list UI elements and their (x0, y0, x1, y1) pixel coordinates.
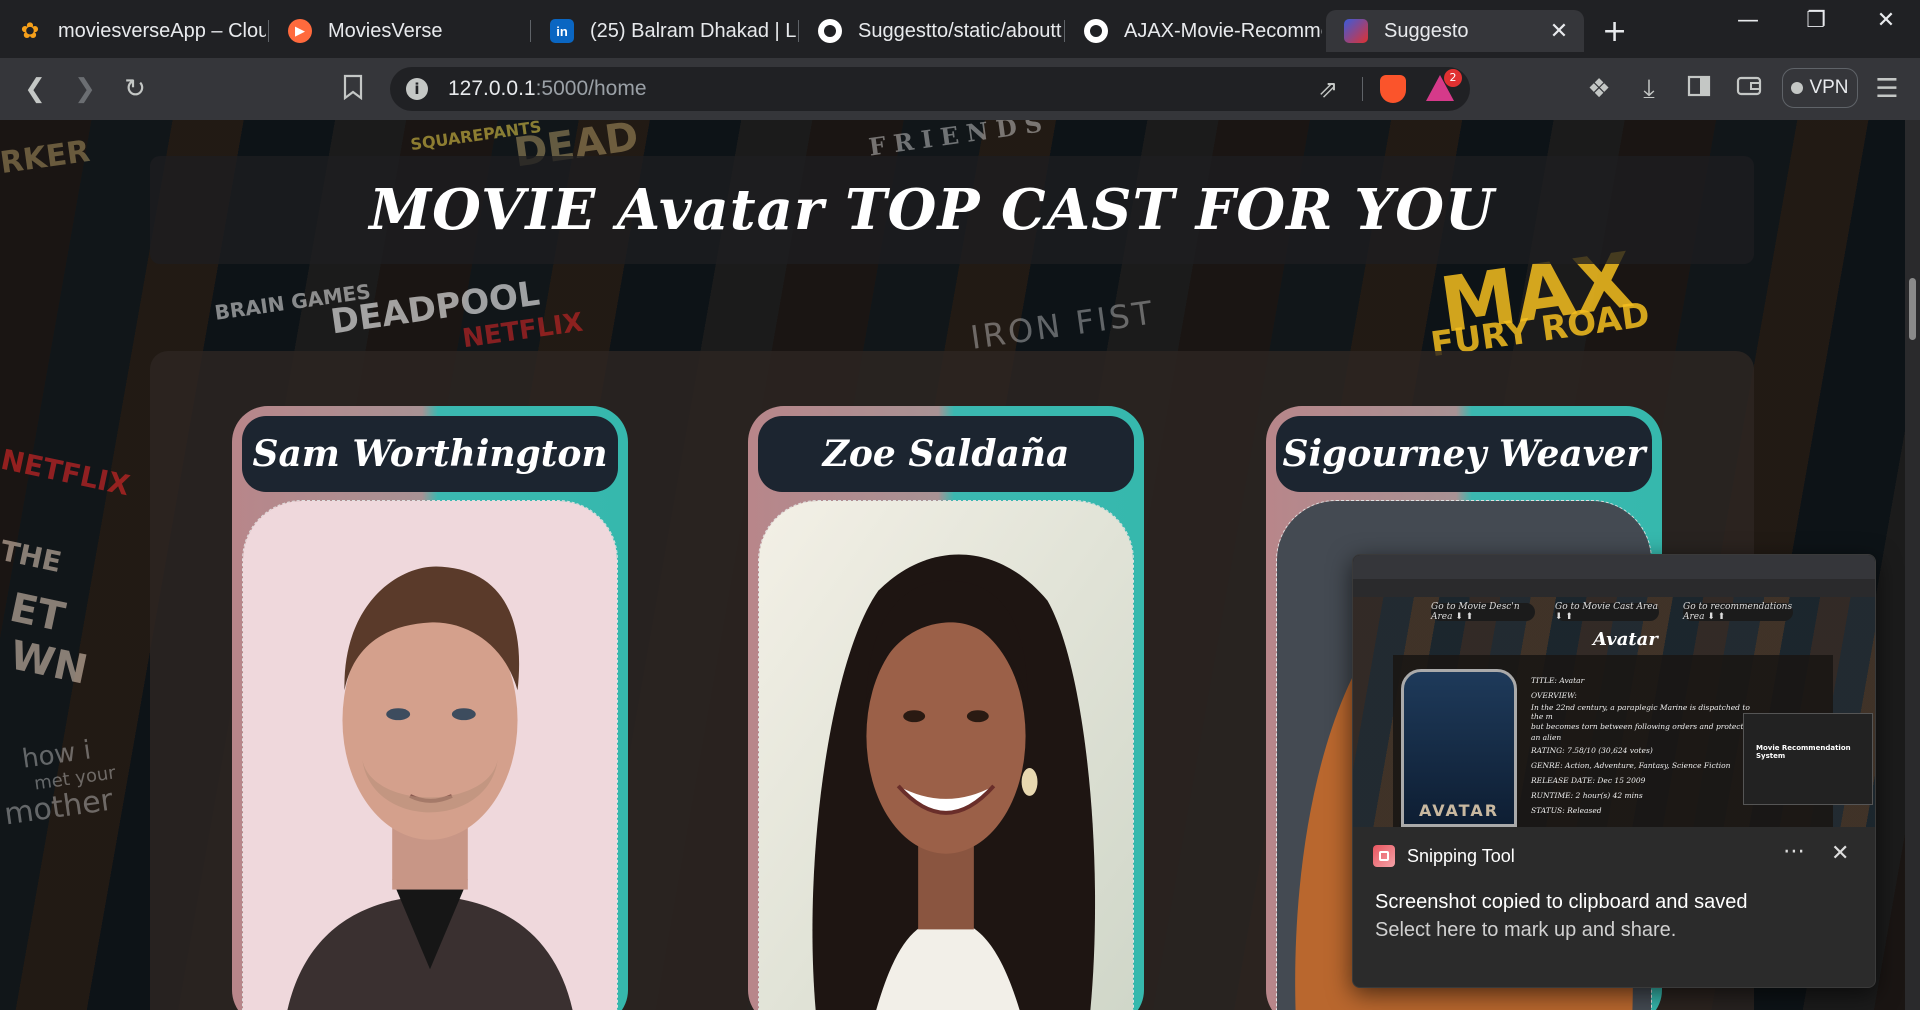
scrollbar-thumb[interactable] (1909, 278, 1916, 340)
preview-info: TITLE: Avatar OVERVIEW: In the 22nd cent… (1531, 676, 1756, 815)
preview-movie-title: Avatar (1593, 629, 1658, 650)
wallet-icon[interactable] (1732, 74, 1766, 104)
tab-moviesverse[interactable]: ▶ MoviesVerse (270, 10, 528, 52)
address-bar[interactable]: i 127.0.0.1:5000/home ⇗ 2 (390, 67, 1470, 111)
toast-message: Screenshot copied to clipboard and saved (1375, 891, 1748, 913)
tab-title: MoviesVerse (328, 19, 443, 42)
cast-card[interactable]: Sam Worthington (232, 406, 628, 1010)
tab-strip: ✿ moviesverseApp – Cloud ▶ MoviesVerse i… (0, 0, 1920, 58)
share-icon[interactable]: ⇗ (1318, 75, 1338, 103)
suggesto-icon (1344, 19, 1368, 43)
page-title: MOVIE Avatar TOP CAST FOR YOU (369, 177, 1495, 243)
page-scrollbar[interactable] (1905, 120, 1920, 1010)
tab-title: moviesverseApp – Cloud (58, 19, 266, 42)
cast-header: MOVIE Avatar TOP CAST FOR YOU (150, 156, 1754, 264)
menu-icon[interactable]: ☰ (1870, 74, 1904, 104)
vpn-icon (1791, 82, 1804, 94)
toast-app-name: Snipping Tool (1407, 845, 1515, 866)
github-icon (818, 19, 842, 43)
collage-text: RKER (0, 133, 92, 182)
linkedin-icon: in (550, 19, 574, 43)
close-window-icon[interactable]: ✕ (1866, 8, 1906, 33)
preview-poster: AVATAR (1401, 669, 1517, 827)
preview-nav-button: Go to Movie Desc'n Area ⬇ ⬆ (1431, 602, 1535, 622)
brave-shields-icon[interactable] (1380, 75, 1406, 103)
collage-text: THE (0, 533, 65, 580)
collage-text: WN (6, 632, 92, 694)
preview-mini-window: Movie Recommendation System (1743, 713, 1873, 805)
tab-title: AJAX-Movie-Recommen (1124, 19, 1322, 42)
close-tab-icon[interactable]: ✕ (1544, 18, 1574, 44)
cast-card[interactable]: Zoe Saldaña (748, 406, 1144, 1010)
collage-text: IRON FIST (968, 293, 1158, 357)
site-info-icon[interactable]: i (406, 78, 428, 100)
collage-text: NETFLIX (0, 442, 133, 503)
toast-sub-message: Select here to mark up and share. (1375, 919, 1677, 941)
cast-name: Zoe Saldaña (758, 416, 1134, 492)
tab-github-suggestto[interactable]: Suggestto/static/aboutt (800, 10, 1062, 52)
extensions-icon[interactable]: ❖ (1582, 74, 1616, 104)
snipping-tool-icon (1373, 845, 1395, 867)
close-icon[interactable]: ✕ (1831, 841, 1849, 866)
tab-title: Suggesto (1384, 19, 1469, 42)
snipping-tool-notification[interactable]: Go to Movie Desc'n Area ⬇ ⬆ Go to Movie … (1352, 554, 1876, 988)
preview-nav-button: Go to recommendations Area ⬇ ⬆ (1683, 602, 1793, 622)
tab-github-ajax[interactable]: AJAX-Movie-Recommen (1066, 10, 1322, 52)
restore-icon[interactable]: ❐ (1796, 8, 1836, 33)
download-icon[interactable]: ⤓ (1632, 74, 1666, 104)
more-options-icon[interactable]: ⋯ (1783, 839, 1805, 864)
new-tab-icon[interactable]: + (1602, 14, 1627, 49)
vpn-button[interactable]: VPN (1782, 68, 1858, 108)
cast-name: Sigourney Weaver (1276, 416, 1652, 492)
back-icon[interactable]: ❮ (18, 74, 52, 104)
bookmark-icon[interactable] (336, 74, 370, 107)
collage-text: mother (2, 782, 116, 833)
notification-badge: 2 (1444, 69, 1462, 87)
tab-suggesto[interactable]: Suggesto ✕ (1326, 10, 1584, 52)
preview-nav-button: Go to Movie Cast Area ⬇ ⬆ (1555, 602, 1659, 622)
minimize-icon[interactable]: — (1728, 8, 1768, 33)
reload-icon[interactable]: ↻ (118, 74, 152, 104)
github-icon (1084, 19, 1108, 43)
url-text: 127.0.0.1:5000/home (448, 77, 647, 100)
forward-icon[interactable]: ❯ (68, 74, 102, 104)
screenshot-preview[interactable]: Go to Movie Desc'n Area ⬇ ⬆ Go to Movie … (1353, 555, 1875, 827)
tab-cloudflare[interactable]: ✿ moviesverseApp – Cloud (0, 10, 266, 52)
cast-name: Sam Worthington (242, 416, 618, 492)
cast-photo (242, 500, 618, 1010)
tab-title: Suggestto/static/aboutt (858, 19, 1062, 42)
cloudflare-icon: ✿ (20, 18, 40, 43)
browser-toolbar: ❮ ❯ ↻ i 127.0.0.1:5000/home ⇗ 2 ❖ ⤓ VPN … (0, 58, 1920, 120)
moviesverse-icon: ▶ (288, 19, 312, 43)
cast-photo (758, 500, 1134, 1010)
tab-title: (25) Balram Dhakad | Lin (590, 19, 796, 42)
tab-linkedin[interactable]: in (25) Balram Dhakad | Lin (532, 10, 796, 52)
sidebar-icon[interactable] (1682, 74, 1716, 104)
